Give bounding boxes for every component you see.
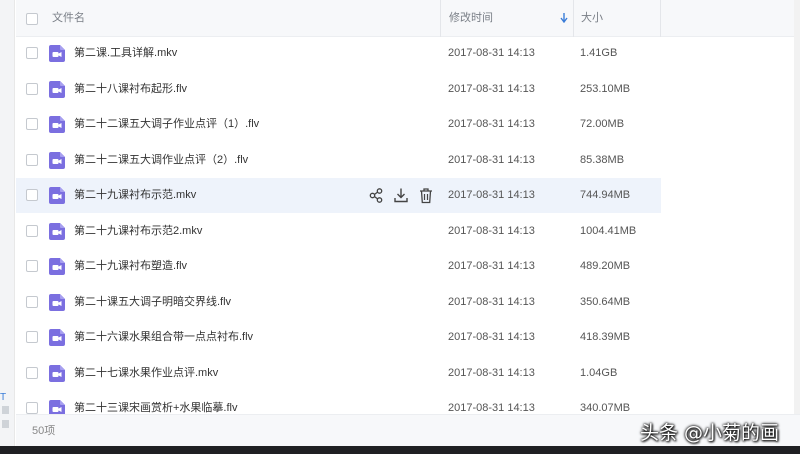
download-icon[interactable]: [393, 187, 409, 204]
file-size: 489.20MB: [580, 260, 631, 272]
file-name[interactable]: 第二十七课水果作业点评.mkv: [74, 356, 218, 391]
file-name[interactable]: 第二十九课衬布示范2.mkv: [74, 214, 202, 249]
video-file-icon: [49, 116, 65, 133]
row-checkbox[interactable]: [26, 224, 38, 237]
file-size: 350.64MB: [580, 295, 631, 308]
file-row[interactable]: 第二十六课水果组合带一点点衬布.flv 2017-08-31 14:13 418.3…: [16, 320, 661, 355]
file-name[interactable]: 第二课.工具详解.mkv: [74, 36, 177, 71]
file-name[interactable]: 第二十八课衬布起形.flv: [74, 72, 187, 107]
file-modified-time: 2017-08-31 14:13: [448, 189, 535, 201]
file-row[interactable]: 第二十七课水果作业点评.mkv 2017-08-31 14:13 1.04GB: [16, 356, 661, 391]
watermark-text: 头条 @小菊的画: [640, 422, 780, 444]
row-checkbox[interactable]: [26, 82, 38, 95]
file-modified-time: 2017-08-31 14:13: [448, 331, 535, 343]
file-size: 1.04GB: [580, 366, 618, 379]
file-modified-time: 2017-08-31 14:13: [448, 153, 535, 166]
video-file-icon: [49, 187, 65, 204]
taskbar-strip: [0, 446, 800, 454]
file-name[interactable]: 第二十二课五大调作业点评（2）.flv: [74, 143, 248, 178]
file-list: 文件名 修改时间 大小 第二课.工具详解.mkv 2017-08-31 14:13…: [16, 0, 800, 446]
select-all-checkbox[interactable]: [26, 13, 38, 25]
file-size: 418.39MB: [580, 331, 631, 343]
video-file-icon: [49, 151, 65, 169]
column-header-size[interactable]: 大小: [573, 0, 661, 37]
video-file-icon: [49, 258, 65, 275]
file-row[interactable]: 第二十二课五大调作业点评（2）.flv 2017-08-31 14:13 85.38…: [16, 143, 661, 178]
file-row[interactable]: 第二十八课衬布起形.flv 2017-08-31 14:13 253.10MB: [16, 72, 661, 107]
left-panel-edge: T: [0, 0, 15, 446]
left-panel-marker: [2, 406, 9, 414]
file-name[interactable]: 第二十九课衬布示范.mkv: [74, 178, 196, 213]
row-checkbox[interactable]: [26, 260, 38, 272]
scrollbar[interactable]: [794, 0, 800, 414]
file-size: 1.41GB: [580, 47, 618, 59]
file-modified-time: 2017-08-31 14:13: [448, 260, 535, 272]
item-count: 50项: [32, 425, 56, 437]
trash-icon[interactable]: [418, 187, 434, 204]
video-file-icon: [49, 45, 65, 62]
row-checkbox[interactable]: [26, 189, 38, 201]
row-checkbox[interactable]: [26, 47, 38, 59]
file-row[interactable]: 第二十课五大调子明暗交界线.flv 2017-08-31 14:13 350.64M…: [16, 285, 661, 320]
video-file-icon: [49, 222, 65, 240]
file-size: 744.94MB: [580, 189, 631, 201]
file-name[interactable]: 第二十九课衬布塑造.flv: [74, 249, 187, 284]
column-header-modified[interactable]: 修改时间: [440, 0, 573, 37]
sort-desc-arrow-icon[interactable]: [560, 13, 568, 23]
file-modified-time: 2017-08-31 14:13: [448, 295, 535, 308]
share-icon[interactable]: [368, 187, 384, 204]
video-file-icon: [49, 364, 65, 382]
file-modified-time: 2017-08-31 14:13: [448, 366, 535, 379]
row-checkbox[interactable]: [26, 295, 38, 308]
list-header: 文件名 修改时间 大小: [16, 0, 800, 37]
file-size: 1004.41MB: [580, 224, 637, 237]
video-file-icon: [49, 329, 65, 346]
row-checkbox[interactable]: [26, 153, 38, 166]
left-panel-marker: [2, 420, 9, 428]
column-header-name[interactable]: 文件名: [52, 0, 85, 37]
file-row[interactable]: 第二十九课衬布示范2.mkv 2017-08-31 14:13 1004.41MB: [16, 214, 661, 249]
row-checkbox[interactable]: [26, 331, 38, 343]
file-modified-time: 2017-08-31 14:13: [448, 47, 535, 59]
row-checkbox[interactable]: [26, 402, 38, 414]
file-size: 85.38MB: [580, 153, 625, 166]
video-file-icon: [49, 80, 65, 98]
file-row[interactable]: 第二十二课五大调子作业点评（1）.flv 2017-08-31 14:13 72.0…: [16, 107, 661, 142]
file-row[interactable]: 第二十九课衬布示范.mkv 2017-08-31 14:13 744.94MB: [16, 178, 661, 213]
video-file-icon: [49, 293, 65, 311]
file-size: 72.00MB: [580, 118, 625, 130]
file-name[interactable]: 第二十六课水果组合带一点点衬布.flv: [74, 320, 253, 355]
left-panel-t-label: T: [0, 392, 7, 403]
file-modified-time: 2017-08-31 14:13: [448, 224, 535, 237]
file-row[interactable]: 第二十九课衬布塑造.flv 2017-08-31 14:13 489.20MB: [16, 249, 661, 284]
row-checkbox[interactable]: [26, 118, 38, 130]
file-modified-time: 2017-08-31 14:13: [448, 118, 535, 130]
file-row[interactable]: 第二课.工具详解.mkv 2017-08-31 14:13 1.41GB: [16, 36, 661, 71]
file-name[interactable]: 第二十课五大调子明暗交界线.flv: [74, 285, 231, 320]
file-size: 253.10MB: [580, 82, 631, 95]
row-checkbox[interactable]: [26, 366, 38, 379]
file-modified-time: 2017-08-31 14:13: [448, 82, 535, 95]
file-name[interactable]: 第二十二课五大调子作业点评（1）.flv: [74, 107, 259, 142]
